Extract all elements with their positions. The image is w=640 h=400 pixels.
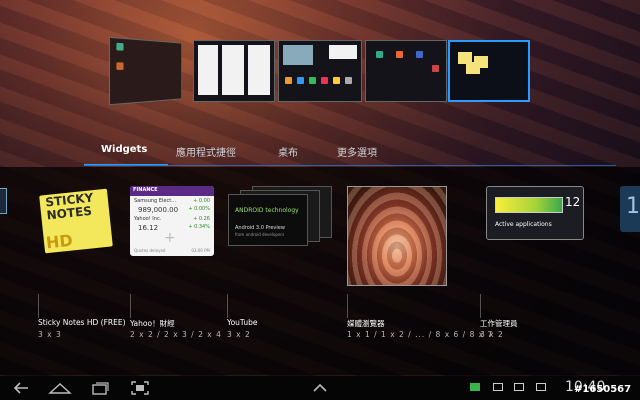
column-divider bbox=[347, 294, 348, 318]
yt-subtitle: from android developers bbox=[235, 232, 285, 237]
quote-row-2: Yahoo! Inc. + 0.26 bbox=[130, 214, 214, 222]
mail-icon[interactable] bbox=[493, 383, 503, 391]
column-divider bbox=[480, 294, 481, 318]
finance-header-text: FINANCE bbox=[133, 187, 158, 193]
home-screen-thumbnail-4[interactable] bbox=[365, 40, 447, 102]
mail-icon[interactable] bbox=[514, 383, 524, 391]
gmail-icon[interactable] bbox=[536, 383, 546, 391]
widget-yahoo-finance[interactable]: FINANCE Samsung Elect... + 0.00 989,000.… bbox=[130, 186, 214, 256]
column-divider bbox=[130, 294, 131, 318]
widget-label: YouTube bbox=[227, 318, 258, 327]
widget-preview bbox=[329, 45, 357, 59]
tab-widgets[interactable]: Widgets bbox=[101, 144, 147, 155]
next-page-indicator[interactable]: 1 bbox=[620, 186, 640, 232]
recent-apps-icon[interactable] bbox=[90, 380, 110, 396]
chevron-up-icon[interactable] bbox=[310, 380, 330, 396]
widget-size: 3 x 3 bbox=[38, 330, 62, 339]
back-icon[interactable] bbox=[12, 380, 32, 396]
finance-header: FINANCE bbox=[130, 186, 214, 196]
home-screen-thumbnail-1[interactable] bbox=[108, 36, 183, 106]
column-divider bbox=[38, 294, 39, 318]
active-app-count: 12 bbox=[565, 195, 581, 209]
battery-app-icon[interactable] bbox=[470, 383, 480, 391]
quote-value: 989,000.00 bbox=[138, 206, 179, 214]
sticky-logo-text: STICKY NOTES bbox=[45, 191, 96, 223]
scroll-left-edge[interactable] bbox=[0, 188, 7, 214]
column-divider bbox=[227, 294, 228, 318]
tabs-divider bbox=[84, 165, 616, 166]
widget-preview bbox=[283, 45, 313, 65]
quote-pct: + 0.00% bbox=[188, 206, 210, 212]
app-icon bbox=[321, 77, 328, 84]
app-icon bbox=[309, 77, 316, 84]
usage-bar bbox=[495, 197, 563, 213]
app-icon bbox=[396, 51, 403, 58]
widget-label: 媒體瀏覽器 bbox=[347, 319, 385, 328]
quote-row-1: Samsung Elect... + 0.00 bbox=[130, 196, 214, 204]
widget-preview bbox=[198, 45, 218, 95]
tab-wallpaper[interactable]: 桌布 bbox=[278, 144, 298, 159]
widget-preview bbox=[222, 45, 244, 95]
widget-size: 2 x 2 / 2 x 3 / 2 x 4 bbox=[130, 330, 222, 339]
tab-app-shortcuts[interactable]: 應用程式捷徑 bbox=[176, 144, 236, 159]
widget-label: 工作管理員 bbox=[480, 319, 518, 328]
screenshot-icon[interactable] bbox=[130, 380, 150, 396]
sticky-note-preview bbox=[474, 56, 488, 68]
gallery-photo bbox=[348, 187, 446, 285]
page-number: 1 bbox=[626, 194, 640, 219]
app-icon bbox=[116, 42, 124, 51]
app-icon bbox=[432, 65, 439, 72]
widget-sticky-notes[interactable]: STICKY NOTES HD bbox=[38, 186, 118, 258]
yt-brand: ANDROID technology bbox=[235, 207, 299, 214]
app-icon bbox=[297, 77, 304, 84]
widget-task-manager[interactable]: 12 Active applications bbox=[486, 186, 584, 240]
widget-label: Sticky Notes HD (FREE) bbox=[38, 318, 126, 327]
yt-title: Android 3.0 Preview bbox=[235, 225, 285, 231]
widget-youtube[interactable]: ANDROID technology Android 3.0 Preview f… bbox=[228, 186, 332, 248]
home-screens-strip bbox=[108, 36, 532, 106]
app-icon bbox=[376, 51, 383, 58]
home-screen-thumbnail-5-current[interactable] bbox=[448, 40, 530, 102]
quote-value: 16.12 bbox=[138, 224, 159, 232]
home-icon[interactable] bbox=[48, 380, 72, 396]
widget-size: 3 x 2 bbox=[227, 330, 251, 339]
widget-preview bbox=[248, 45, 270, 95]
app-icon bbox=[333, 77, 340, 84]
widget-size: 3 x 2 bbox=[480, 330, 504, 339]
app-icon bbox=[116, 62, 124, 70]
sticky-hd: HD bbox=[45, 230, 74, 253]
quote-time: 03:00 PM bbox=[191, 248, 210, 253]
system-bar: 10:40 bbox=[0, 376, 640, 400]
widget-label: Yahoo！財經 bbox=[130, 319, 175, 328]
widget-media-gallery[interactable] bbox=[347, 186, 447, 286]
add-quote-icon: + bbox=[164, 230, 176, 246]
app-icon bbox=[345, 77, 352, 84]
home-screen-thumbnail-2[interactable] bbox=[193, 40, 275, 102]
home-screen-thumbnail-3[interactable] bbox=[278, 40, 362, 102]
app-icon bbox=[285, 77, 292, 84]
customize-tabs: Widgets 應用程式捷徑 桌布 更多選項 bbox=[84, 140, 616, 166]
widget-size: 1 x 1 / 1 x 2 / ... / 8 x 6 / 8 x 7 bbox=[347, 330, 494, 339]
active-apps-label: Active applications bbox=[495, 221, 552, 228]
tab-more[interactable]: 更多選項 bbox=[337, 144, 377, 159]
watermark: #1650567 bbox=[574, 384, 632, 395]
quotes-delayed-text: Quotes delayed bbox=[134, 248, 166, 253]
quote-pct: + 0.34% bbox=[188, 224, 210, 230]
app-icon bbox=[416, 51, 423, 58]
quote-row-1-values: 989,000.00 + 0.00% bbox=[130, 204, 214, 214]
video-card-front: ANDROID technology Android 3.0 Preview f… bbox=[228, 194, 308, 246]
